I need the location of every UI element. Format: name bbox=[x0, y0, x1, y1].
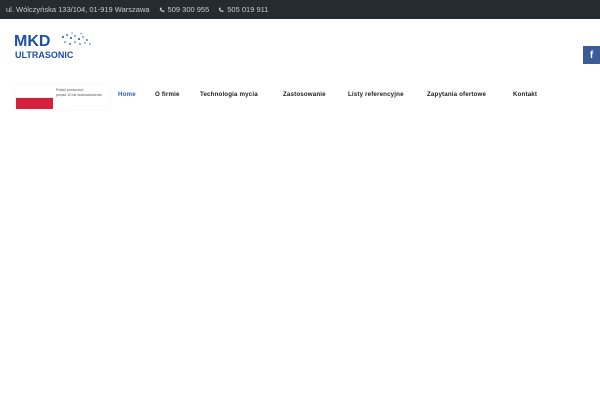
facebook-button[interactable]: f bbox=[583, 46, 600, 64]
top-info-bar: ul. Wólczyńska 133/104, 01-919 Warszawa … bbox=[0, 0, 600, 19]
nav-item-zastosowanie[interactable]: Zastosowanie bbox=[283, 91, 326, 98]
nav-item-listy-referencyjne[interactable]: Listy referencyjne bbox=[348, 91, 404, 98]
nav-item-home[interactable]: Home bbox=[118, 91, 136, 98]
facebook-icon: f bbox=[589, 49, 594, 61]
bubbles-graphic bbox=[62, 32, 91, 45]
phone-2[interactable]: 505 019 911 bbox=[218, 5, 268, 14]
phone-1[interactable]: 509 300 955 bbox=[159, 5, 210, 14]
logo-line1: MKD bbox=[14, 33, 50, 50]
mkd-ultrasonic-logo[interactable]: MKD ULTRASONIC bbox=[14, 31, 104, 61]
nav-item-zapytania-ofertowe[interactable]: Zapytania ofertowe bbox=[427, 91, 486, 98]
phone-icon bbox=[159, 7, 164, 12]
phone-icon bbox=[219, 7, 224, 12]
address-text: ul. Wólczyńska 133/104, 01-919 Warszawa bbox=[6, 5, 150, 14]
phone-1-number: 509 300 955 bbox=[167, 5, 210, 14]
nav-item-technologia-mycia[interactable]: Technologia mycia bbox=[200, 91, 258, 98]
main-navigation: Home O firmie Technologia mycia Zastosow… bbox=[0, 91, 600, 103]
logo-line2: ULTRASONIC bbox=[15, 50, 74, 60]
phone-2-number: 505 019 911 bbox=[227, 5, 269, 14]
nav-item-kontakt[interactable]: Kontakt bbox=[513, 91, 537, 98]
nav-item-o-firmie[interactable]: O firmie bbox=[155, 91, 180, 98]
